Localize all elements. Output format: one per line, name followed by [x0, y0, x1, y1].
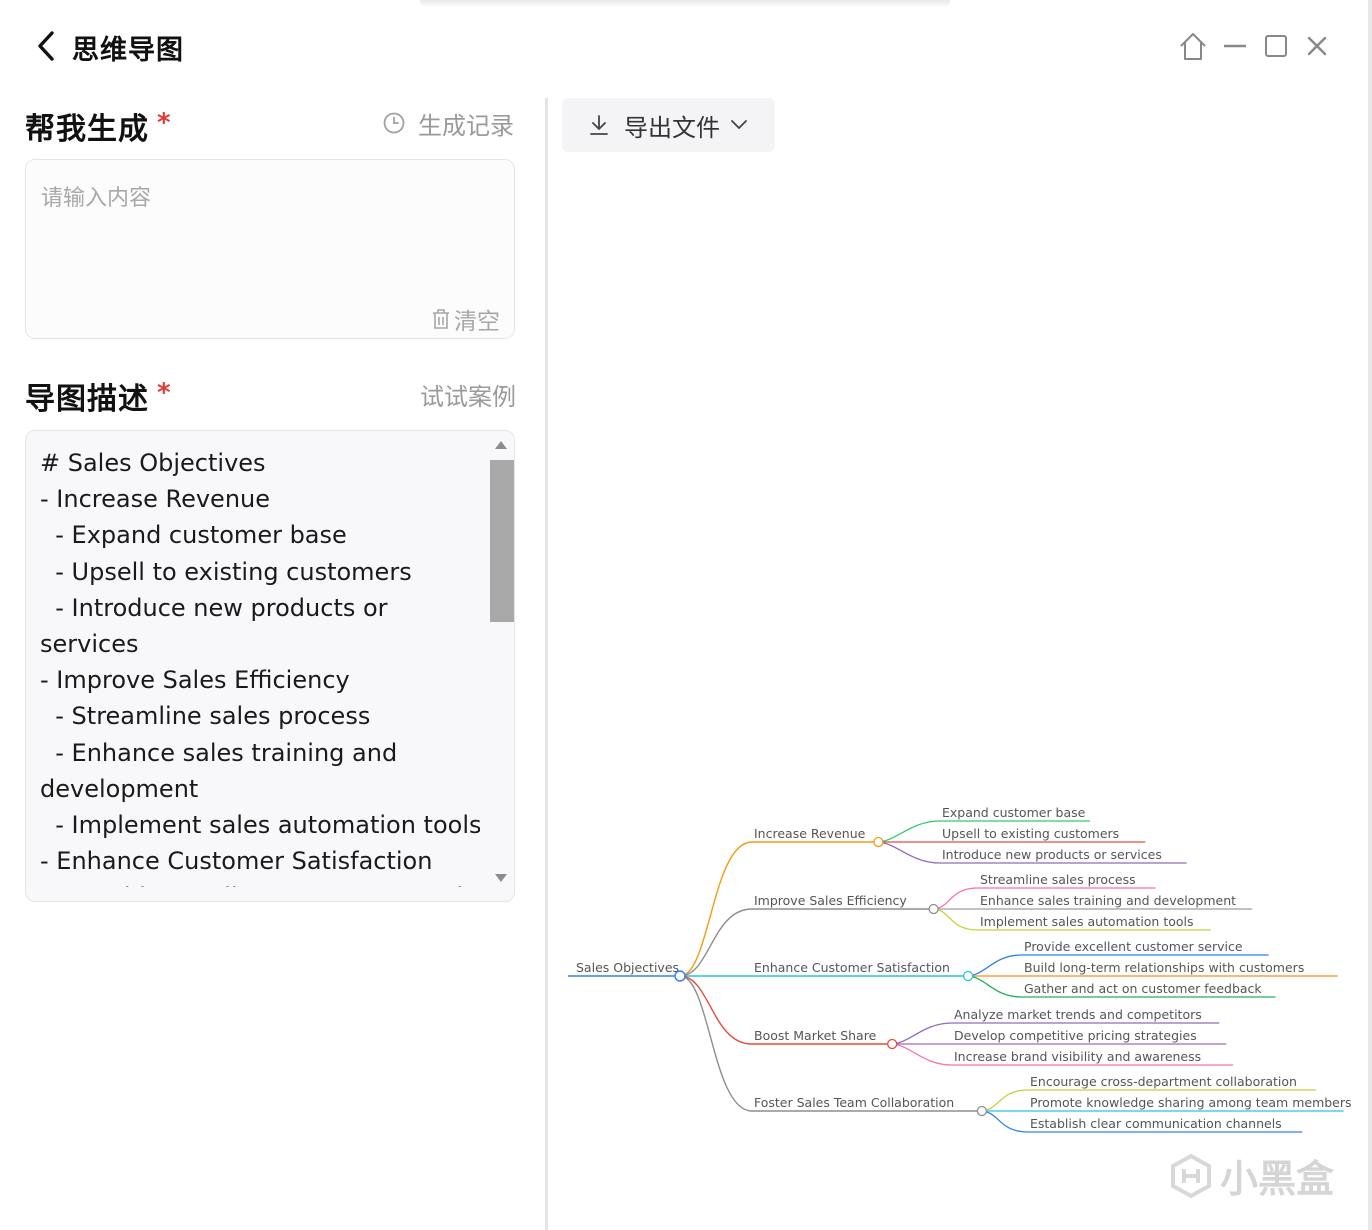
description-title-text: 导图描述 — [25, 382, 149, 417]
description-line: - Enhance Customer Satisfaction — [40, 847, 433, 876]
branch-collapse-toggle — [962, 970, 974, 982]
leaf-node-label: Implement sales automation tools — [980, 914, 1194, 929]
leaf-node-label: Analyze market trends and competitors — [954, 1007, 1202, 1022]
clock-icon — [383, 112, 405, 134]
clear-button[interactable]: 清空 — [430, 302, 500, 336]
branch-connector — [679, 975, 753, 1112]
leaf-connector — [979, 1089, 1029, 1112]
leaf-connector — [979, 1110, 1029, 1133]
leaf-node-label: Promote knowledge sharing among team mem… — [1030, 1095, 1352, 1110]
description-line: - Implement sales automation tools — [40, 811, 480, 840]
leaf-node-label: Increase brand visibility and awareness — [954, 1049, 1201, 1064]
description-line: development — [40, 774, 199, 803]
leaf-node-label: Develop competitive pricing strategies — [954, 1028, 1197, 1043]
minimize-icon[interactable] — [1220, 30, 1250, 62]
try-example-link[interactable]: 试试案例 — [420, 377, 516, 412]
leaf-node-label: Expand customer base — [942, 805, 1086, 820]
leaf-connector — [890, 1043, 953, 1066]
history-button[interactable]: 生成记录 — [382, 106, 514, 140]
scrollbar-thumb[interactable] — [490, 460, 514, 622]
watermark-text: 小黑盒 — [1220, 1157, 1335, 1201]
leaf-connector — [931, 887, 979, 910]
leaf-node-label: Establish clear communication channels — [1030, 1116, 1282, 1131]
scroll-up-arrow[interactable] — [495, 441, 507, 449]
leaf-node-label: Provide excellent customer service — [1024, 939, 1243, 954]
leaf-node-label: Build long-term relationships with custo… — [1024, 960, 1304, 975]
top-shadow — [420, 0, 950, 8]
branch-collapse-toggle — [976, 1105, 988, 1117]
leaf-node-label: Upsell to existing customers — [942, 826, 1119, 841]
window-edge — [1368, 0, 1372, 1230]
branch-collapse-toggle — [873, 836, 884, 848]
description-line: - Enhance sales training and — [40, 738, 398, 767]
leaf-node-label: Introduce new products or services — [942, 847, 1162, 862]
root-collapse-toggle — [674, 970, 686, 982]
branch-node-label: Improve Sales Efficiency — [754, 893, 907, 908]
leaf-node-label: Encourage cross-department collaboration — [1030, 1074, 1297, 1089]
description-section-title: 导图描述 * — [25, 374, 172, 418]
description-line: - Upsell to existing customers — [40, 557, 412, 586]
close-icon[interactable] — [1302, 30, 1332, 62]
watermark: 小黑盒 — [1168, 1148, 1334, 1203]
leaf-connector — [876, 841, 941, 864]
mindmap-canvas[interactable]: Sales Objectives Increase Revenue Expand c… — [560, 790, 1360, 1150]
generate-section-title: 帮我生成 * — [25, 104, 172, 148]
branch-connector — [679, 841, 753, 977]
branch-node-label: Foster Sales Team Collaboration — [754, 1095, 954, 1110]
branch-node-label: Enhance Customer Satisfaction — [754, 960, 950, 975]
branch-node-label: Increase Revenue — [754, 826, 866, 841]
leaf-connector — [890, 1022, 953, 1045]
scroll-down-arrow[interactable] — [495, 874, 507, 882]
description-line: - Expand customer base — [40, 521, 347, 550]
description-text[interactable]: # Sales Objectives - Increase Revenue - E… — [40, 445, 480, 887]
leaf-node-label: Gather and act on customer feedback — [1024, 981, 1262, 996]
leaf-connector — [966, 975, 1023, 998]
leaf-connector — [931, 908, 979, 931]
required-mark: * — [157, 378, 172, 408]
back-chevron-icon[interactable] — [34, 30, 60, 62]
history-label: 生成记录 — [418, 111, 514, 140]
home-icon[interactable] — [1178, 30, 1208, 62]
branch-node-label: Boost Market Share — [754, 1028, 877, 1043]
branch-collapse-toggle — [887, 1038, 898, 1050]
branch-connector — [679, 975, 753, 1045]
panel-divider[interactable] — [545, 98, 548, 1230]
description-line: - Improve Sales Efficiency — [40, 666, 350, 695]
export-label: 导出文件 — [624, 113, 720, 142]
description-line: - Streamline sales process — [40, 702, 371, 731]
description-line: - Introduce new products or — [40, 593, 388, 622]
generate-input[interactable] — [39, 178, 503, 292]
leaf-connector — [876, 820, 941, 843]
leaf-connector — [966, 954, 1023, 977]
clear-label: 清空 — [454, 309, 500, 335]
description-editor[interactable]: # Sales Objectives - Increase Revenue - E… — [25, 430, 515, 902]
leaf-node-label: Streamline sales process — [980, 872, 1136, 887]
description-line: services — [40, 630, 139, 659]
leaf-node-label: Enhance sales training and development — [980, 893, 1236, 908]
export-file-button[interactable]: 导出文件 — [562, 98, 775, 152]
required-mark: * — [157, 108, 172, 138]
download-icon — [590, 115, 608, 135]
trash-icon — [433, 309, 449, 329]
maximize-icon[interactable] — [1262, 30, 1292, 62]
generate-title-text: 帮我生成 — [25, 112, 149, 147]
branch-connector — [679, 908, 753, 977]
page-title: 思维导图 — [72, 35, 184, 66]
chevron-down-icon — [731, 120, 747, 130]
branch-collapse-toggle — [928, 903, 939, 915]
description-line: - Increase Revenue — [40, 485, 271, 514]
description-line: # Sales Objectives — [40, 449, 266, 477]
root-node-label: Sales Objectives — [576, 960, 679, 975]
generate-input-box: 清空 — [25, 159, 515, 339]
description-line: - Provide excellent customer service — [40, 879, 480, 887]
heybox-logo-icon — [1171, 1153, 1211, 1198]
